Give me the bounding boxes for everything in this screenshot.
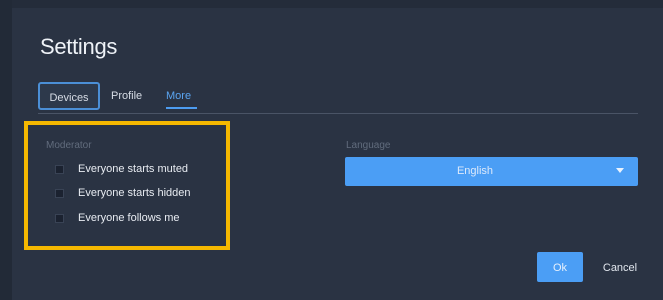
language-selected-value: English [456,165,494,177]
moderator-highlight-box [24,121,230,250]
active-tab-indicator [166,107,197,109]
settings-dialog: Settings Devices Profile More Moderator … [0,0,663,300]
chevron-down-icon [616,168,624,173]
dialog-title: Settings [40,34,118,59]
window-left-edge [0,0,12,300]
cancel-button[interactable]: Cancel [594,252,646,282]
tab-devices[interactable]: Devices [38,82,100,110]
tab-profile[interactable]: Profile [111,82,147,110]
language-select[interactable]: English [345,157,638,186]
language-label: Language [346,140,391,151]
tab-more[interactable]: More [166,82,196,110]
tab-divider [38,113,638,114]
window-top-strip [0,0,663,8]
ok-button[interactable]: Ok [537,252,583,282]
